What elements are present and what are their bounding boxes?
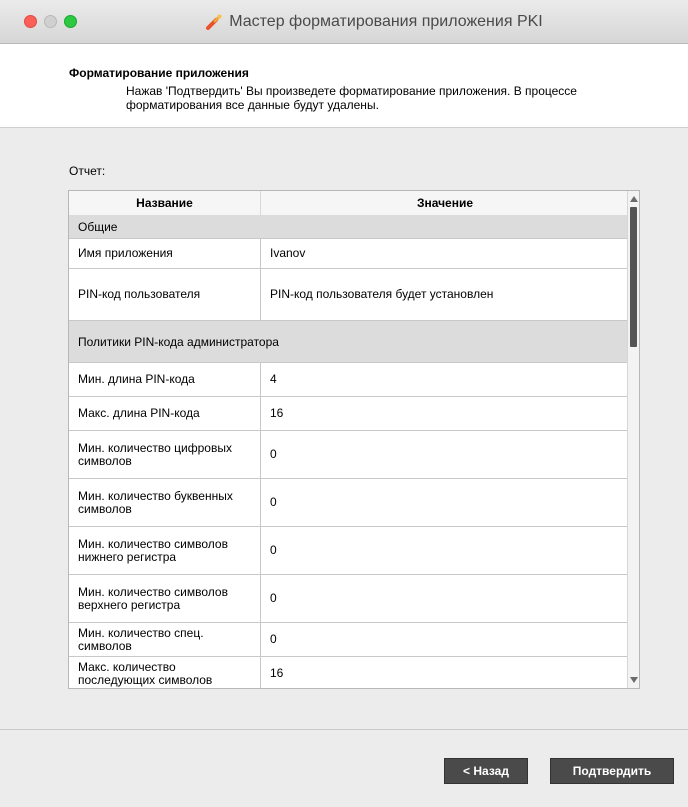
table-row[interactable]: PIN-код пользователя PIN-код пользователя…	[69, 269, 629, 321]
table-row[interactable]: Мин. количество спец. символов 0	[69, 623, 629, 657]
table-row[interactable]: Макс. длина PIN-кода 16	[69, 397, 629, 431]
cell-value: 0	[270, 447, 277, 461]
report-table-header: Название Значение	[69, 191, 629, 216]
table-row[interactable]: Мин. количество буквенных символов 0	[69, 479, 629, 527]
cell-value: 0	[270, 543, 277, 557]
section-label: Политики PIN-кода администратора	[78, 334, 279, 349]
confirm-button[interactable]: Подтвердить	[550, 758, 674, 784]
cell-name: Мин. количество спец. символов	[69, 623, 261, 656]
wrench-screwdriver-icon	[205, 13, 223, 31]
table-row[interactable]: Мин. количество символов нижнего регистр…	[69, 527, 629, 575]
cell-name: Имя приложения	[69, 239, 261, 268]
cell-value: 4	[270, 372, 277, 386]
report-table-body: Общие Имя приложения Ivanov PIN-код пользов…	[69, 215, 629, 688]
cell-value: 16	[270, 666, 284, 680]
cell-value: 0	[270, 591, 277, 605]
wizard-step-description: Нажав 'Подтвердить' Вы произведете форма…	[126, 84, 577, 112]
cell-value: 0	[270, 632, 277, 646]
table-row[interactable]: Мин. количество символов верхнего регист…	[69, 575, 629, 623]
cell-value: Ivanov	[270, 246, 306, 260]
cell-name: Мин. количество символов верхнего регист…	[69, 575, 261, 622]
scroll-down-arrow-icon[interactable]	[629, 675, 639, 685]
scroll-thumb[interactable]	[630, 207, 637, 347]
table-section-row[interactable]: Общие	[69, 215, 629, 239]
scroll-up-arrow-icon[interactable]	[629, 194, 639, 204]
cell-value: 0	[270, 495, 277, 509]
report-table: Название Значение Общие Имя приложения Iva…	[68, 190, 640, 689]
cell-name: Мин. количество буквенных символов	[69, 479, 261, 526]
cell-name: Мин. количество цифровых символов	[69, 431, 261, 478]
wizard-header: Форматирование приложения Нажав 'Подтвер…	[0, 44, 688, 128]
table-row[interactable]: Мин. количество цифровых символов 0	[69, 431, 629, 479]
back-button[interactable]: < Назад	[444, 758, 528, 784]
report-label: Отчет:	[69, 164, 106, 178]
table-row[interactable]: Имя приложения Ivanov	[69, 239, 629, 269]
cell-name: Макс. длина PIN-кода	[69, 397, 261, 430]
section-label: Общие	[78, 219, 118, 234]
table-row[interactable]: Макс. количество последующих символов 16	[69, 657, 629, 688]
wizard-step-title: Форматирование приложения	[69, 66, 249, 80]
window-titlebar: Мастер форматирования приложения PKI	[0, 0, 688, 44]
column-header-name[interactable]: Название	[69, 191, 261, 215]
cell-name: Мин. длина PIN-кода	[69, 363, 261, 396]
cell-value: PIN-код пользователя будет установлен	[270, 287, 494, 301]
cell-name: PIN-код пользователя	[69, 269, 261, 320]
cell-name: Мин. количество символов нижнего регистр…	[69, 527, 261, 574]
window-title-wrap: Мастер форматирования приложения PKI	[0, 0, 688, 44]
footer-divider	[0, 729, 688, 730]
cell-name: Макс. количество последующих символов	[69, 657, 261, 688]
cell-value: 16	[270, 406, 284, 420]
column-header-value[interactable]: Значение	[261, 191, 629, 215]
table-row[interactable]: Мин. длина PIN-кода 4	[69, 363, 629, 397]
table-section-row[interactable]: Политики PIN-кода администратора	[69, 321, 629, 363]
window-title: Мастер форматирования приложения PKI	[229, 13, 543, 30]
table-scrollbar[interactable]	[627, 191, 639, 688]
